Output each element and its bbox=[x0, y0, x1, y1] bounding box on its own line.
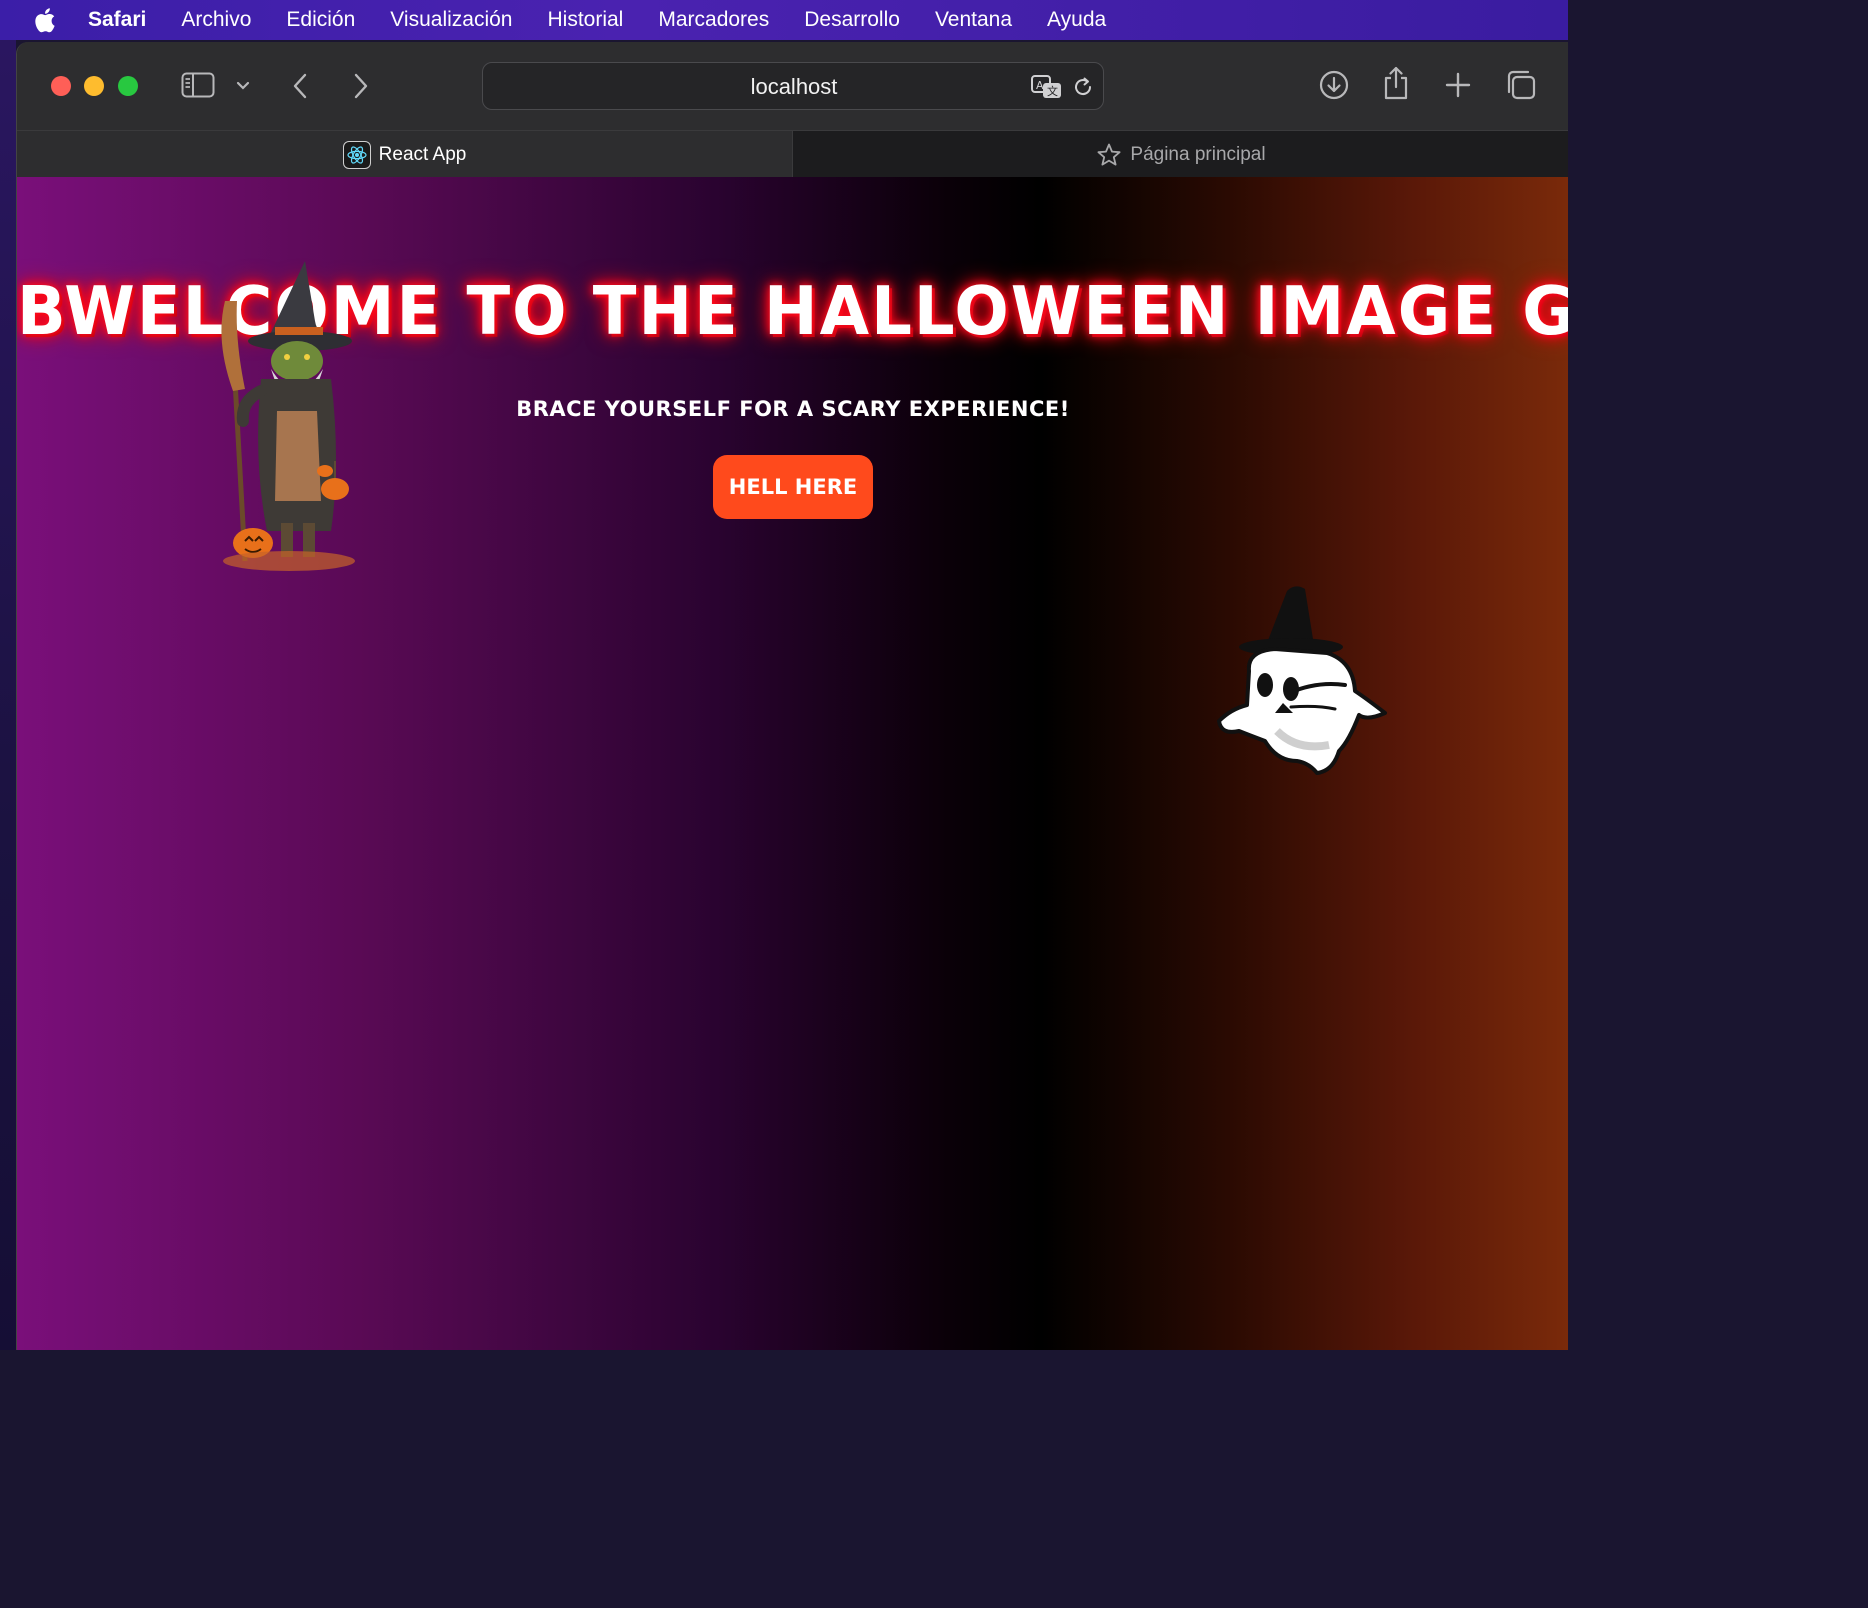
tab-pagina-principal[interactable]: Página principal bbox=[792, 131, 1568, 178]
svg-text:A: A bbox=[1036, 79, 1044, 92]
new-tab-icon[interactable] bbox=[1443, 70, 1473, 100]
apple-icon[interactable] bbox=[32, 5, 58, 35]
witch-illustration bbox=[205, 261, 365, 583]
browser-toolbar: localhost A 文 bbox=[17, 42, 1568, 130]
forward-icon[interactable] bbox=[348, 70, 374, 102]
menu-ventana[interactable]: Ventana bbox=[935, 8, 1012, 32]
menu-historial[interactable]: Historial bbox=[547, 8, 623, 32]
desktop-background bbox=[0, 40, 16, 1350]
back-icon[interactable] bbox=[287, 70, 313, 102]
reload-icon[interactable] bbox=[1071, 75, 1095, 99]
menu-marcadores[interactable]: Marcadores bbox=[658, 8, 769, 32]
page-subtitle: BRACE YOURSELF FOR A SCARY EXPERIENCE! bbox=[516, 397, 1070, 421]
tab-react-app[interactable]: React App bbox=[17, 131, 792, 178]
zoom-window-button[interactable] bbox=[118, 76, 138, 96]
menu-desarrollo[interactable]: Desarrollo bbox=[804, 8, 900, 32]
menu-visualizacion[interactable]: Visualización bbox=[390, 8, 512, 32]
menu-app-name[interactable]: Safari bbox=[88, 8, 146, 32]
sidebar-icon[interactable] bbox=[180, 70, 216, 100]
ghost-illustration bbox=[1217, 581, 1389, 781]
minimize-window-button[interactable] bbox=[84, 76, 104, 96]
translate-icon[interactable]: A 文 bbox=[1029, 73, 1065, 101]
tab-bar: React App Página principal bbox=[17, 130, 1568, 178]
chevron-down-icon[interactable] bbox=[233, 76, 253, 96]
url-text[interactable]: localhost bbox=[483, 63, 1105, 111]
tab-label: Página principal bbox=[1130, 143, 1266, 165]
hell-here-button[interactable]: HELL HERE bbox=[713, 455, 873, 519]
svg-text:文: 文 bbox=[1047, 84, 1058, 98]
share-icon[interactable] bbox=[1381, 64, 1411, 102]
tab-label: React App bbox=[378, 143, 467, 165]
menu-bar: Safari Archivo Edición Visualización His… bbox=[0, 0, 1568, 40]
menu-edicion[interactable]: Edición bbox=[286, 8, 355, 32]
browser-window: localhost A 文 React App Página principal… bbox=[16, 42, 1568, 1350]
menu-archivo[interactable]: Archivo bbox=[181, 8, 251, 32]
download-icon[interactable] bbox=[1317, 68, 1351, 102]
tab-overview-icon[interactable] bbox=[1504, 68, 1538, 102]
address-bar[interactable]: localhost A 文 bbox=[482, 62, 1104, 110]
menu-ayuda[interactable]: Ayuda bbox=[1047, 8, 1106, 32]
close-window-button[interactable] bbox=[51, 76, 71, 96]
react-logo-icon bbox=[342, 140, 371, 169]
web-page: BWELCOME TO THE HALLOWEEN IMAGE GENERATO… bbox=[17, 177, 1568, 1350]
star-icon bbox=[1096, 142, 1122, 168]
